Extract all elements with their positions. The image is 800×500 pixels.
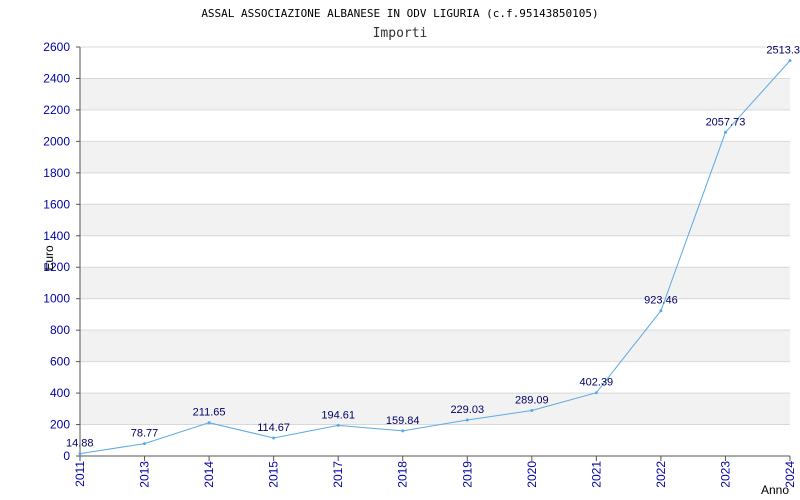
data-point bbox=[78, 452, 82, 456]
y-tick-label: 1400 bbox=[43, 229, 70, 243]
y-tick-label: 1600 bbox=[43, 197, 70, 211]
y-tick-label: 1800 bbox=[43, 166, 70, 180]
data-label: 402.39 bbox=[580, 377, 614, 389]
y-tick-label: 2000 bbox=[43, 134, 70, 148]
y-tick-label: 800 bbox=[50, 323, 70, 337]
x-tick-label: 2013 bbox=[138, 461, 152, 488]
x-tick-label: 2022 bbox=[654, 461, 668, 488]
data-label: 78.77 bbox=[131, 428, 159, 440]
data-label: 194.61 bbox=[321, 409, 355, 421]
y-tick-label: 2400 bbox=[43, 71, 70, 85]
y-tick-label: 600 bbox=[50, 355, 70, 369]
data-point bbox=[336, 423, 340, 427]
data-label: 2513.3 bbox=[766, 45, 800, 57]
data-label: 923.46 bbox=[644, 295, 678, 307]
y-tick-label: 2600 bbox=[43, 40, 70, 54]
grid-band bbox=[80, 78, 790, 110]
chart-subtitle: Importi bbox=[373, 26, 428, 41]
chart-title: ASSAL ASSOCIAZIONE ALBANESE IN ODV LIGUR… bbox=[201, 7, 598, 20]
data-point bbox=[401, 429, 405, 433]
data-point bbox=[272, 436, 276, 440]
data-label: 289.09 bbox=[515, 395, 549, 407]
y-tick-label: 2200 bbox=[43, 103, 70, 117]
data-label: 211.65 bbox=[193, 407, 226, 419]
data-point bbox=[143, 442, 147, 446]
x-axis-label: Anno bbox=[761, 483, 789, 497]
data-label: 14.88 bbox=[66, 438, 94, 450]
x-tick-label: 2017 bbox=[331, 461, 345, 488]
x-axis-ticks: 2011 2013 2014 2015 2017 2018 2019 2020 2021 2022… bbox=[73, 456, 797, 488]
grid-band bbox=[80, 393, 790, 425]
x-tick-label: 2019 bbox=[460, 461, 474, 488]
grid-band bbox=[80, 204, 790, 236]
x-tick-label: 2023 bbox=[718, 461, 732, 488]
data-label: 2057.73 bbox=[706, 116, 746, 128]
x-tick-label: 2021 bbox=[589, 461, 603, 488]
data-label: 159.84 bbox=[386, 415, 420, 427]
x-tick-label: 2020 bbox=[525, 461, 539, 488]
data-point bbox=[207, 421, 211, 425]
data-point bbox=[594, 391, 598, 395]
data-point bbox=[530, 409, 534, 413]
y-tick-label: 0 bbox=[63, 449, 70, 463]
x-tick-label: 2015 bbox=[267, 461, 281, 488]
grid-band bbox=[80, 267, 790, 299]
background-bands bbox=[80, 78, 790, 425]
data-point bbox=[465, 418, 469, 422]
x-tick-label: 2014 bbox=[202, 461, 216, 488]
y-axis-label: Euro bbox=[42, 245, 56, 271]
x-tick-label: 2018 bbox=[396, 461, 410, 488]
y-tick-label: 200 bbox=[50, 418, 70, 432]
y-tick-label: 1000 bbox=[43, 292, 70, 306]
grid-band bbox=[80, 141, 790, 173]
data-point bbox=[788, 59, 792, 63]
y-tick-label: 400 bbox=[50, 386, 70, 400]
data-label: 229.03 bbox=[450, 404, 484, 416]
grid-band bbox=[80, 330, 790, 362]
line-chart: ASSAL ASSOCIAZIONE ALBANESE IN ODV LIGUR… bbox=[42, 7, 800, 497]
data-point bbox=[659, 309, 663, 313]
data-point bbox=[723, 130, 727, 134]
data-label: 114.67 bbox=[257, 422, 290, 434]
x-tick-label: 2011 bbox=[73, 461, 87, 487]
